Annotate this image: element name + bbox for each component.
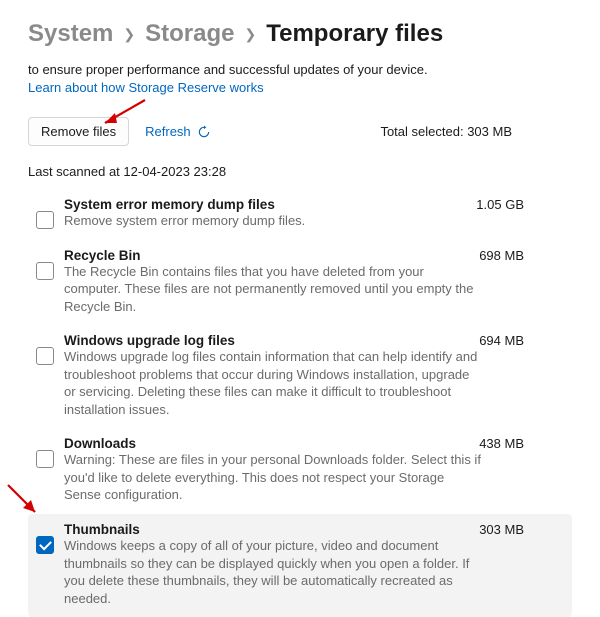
item-size: 694 MB	[479, 333, 564, 348]
file-list: System error memory dump files 1.05 GB R…	[28, 189, 572, 617]
checkbox[interactable]	[36, 211, 54, 229]
item-title: Downloads	[64, 436, 136, 451]
item-size: 438 MB	[479, 436, 564, 451]
item-description: Remove system error memory dump files.	[64, 212, 564, 230]
item-description: Warning: These are files in your persona…	[64, 451, 564, 504]
item-size: 698 MB	[479, 248, 564, 263]
checkbox[interactable]	[36, 347, 54, 365]
learn-link[interactable]: Learn about how Storage Reserve works	[28, 80, 264, 95]
list-item[interactable]: System error memory dump files 1.05 GB R…	[28, 189, 572, 240]
item-title: Windows upgrade log files	[64, 333, 235, 348]
item-description: Windows upgrade log files contain inform…	[64, 348, 564, 418]
refresh-icon	[197, 125, 211, 139]
breadcrumb-system[interactable]: System	[28, 20, 113, 48]
item-description: Windows keeps a copy of all of your pict…	[64, 537, 564, 607]
refresh-label: Refresh	[145, 124, 191, 139]
total-selected: Total selected: 303 MB	[380, 124, 572, 139]
item-size: 303 MB	[479, 522, 564, 537]
last-scanned: Last scanned at 12-04-2023 23:28	[28, 164, 572, 179]
checkbox[interactable]	[36, 450, 54, 468]
chevron-right-icon: ❯	[244, 26, 256, 43]
truncated-description: to ensure proper performance and success…	[28, 62, 572, 77]
item-title: Recycle Bin	[64, 248, 141, 263]
checkbox[interactable]	[36, 536, 54, 554]
breadcrumb: System ❯ Storage ❯ Temporary files	[28, 20, 572, 48]
item-size: 1.05 GB	[476, 197, 564, 212]
action-row: Remove files Refresh Total selected: 303…	[28, 117, 572, 146]
item-description: The Recycle Bin contains files that you …	[64, 263, 564, 316]
checkbox[interactable]	[36, 262, 54, 280]
list-item[interactable]: Thumbnails 303 MB Windows keeps a copy o…	[28, 514, 572, 617]
breadcrumb-current: Temporary files	[266, 20, 443, 48]
refresh-button[interactable]: Refresh	[145, 124, 211, 139]
item-title: Thumbnails	[64, 522, 140, 537]
list-item[interactable]: Downloads 438 MB Warning: These are file…	[28, 428, 572, 514]
list-item[interactable]: Windows upgrade log files 694 MB Windows…	[28, 325, 572, 428]
chevron-right-icon: ❯	[123, 26, 135, 43]
breadcrumb-storage[interactable]: Storage	[145, 20, 234, 48]
list-item[interactable]: Recycle Bin 698 MB The Recycle Bin conta…	[28, 240, 572, 326]
item-title: System error memory dump files	[64, 197, 275, 212]
remove-files-button[interactable]: Remove files	[28, 117, 129, 146]
